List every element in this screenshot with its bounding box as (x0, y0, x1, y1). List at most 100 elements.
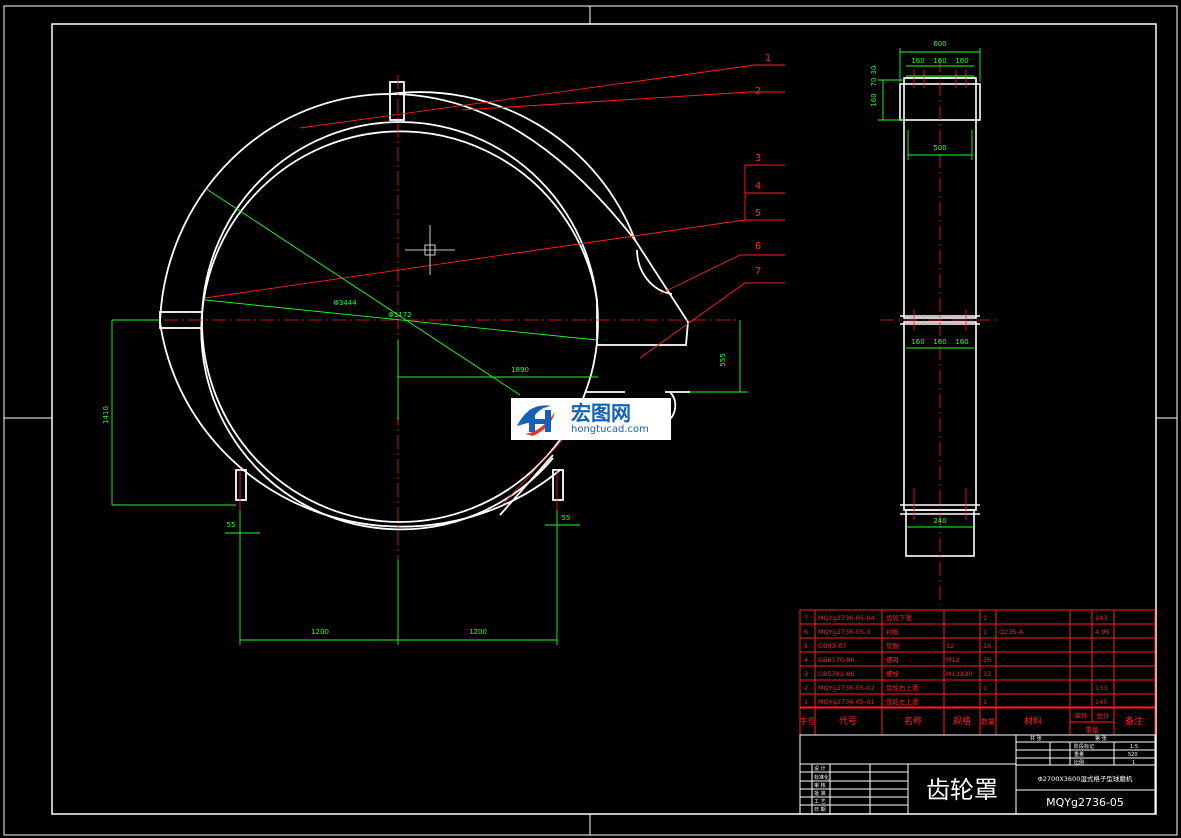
table-cell-weight: 145 (1095, 698, 1107, 706)
dim-555: 555 (719, 353, 727, 366)
table-cell-no: 4 (804, 656, 808, 664)
table-cell-name: 齿轮右上罩 (886, 683, 919, 692)
weight-label: 重量 (1074, 751, 1084, 758)
table-cell-spec: M12X30 (946, 670, 973, 678)
header-qty: 数量 (981, 717, 995, 726)
part-label-5: 5 (755, 208, 761, 219)
table-cell-no: 3 (804, 670, 808, 678)
dim-inner-diameter: Φ1172 (388, 311, 411, 319)
part-label-2: 2 (755, 86, 761, 97)
header-material: 材料 (1024, 715, 1042, 727)
header-weight: 重量 (1086, 726, 1100, 734)
sheet-index-label: 第 张 (1095, 735, 1107, 742)
header-total: 总计 (1097, 711, 1111, 720)
header-no: 序号 (799, 716, 815, 726)
dim-30-vertical: 30 (870, 66, 878, 75)
dim-160-vertical: 160 (870, 93, 878, 106)
header-spec: 规格 (953, 715, 971, 727)
part-label-6: 6 (755, 241, 761, 252)
mini-label-0: 设 计 (814, 765, 826, 772)
part-label-7: 7 (755, 266, 761, 277)
side-view: 600 160 160 160 160 70 30 500 160 160 16… (870, 40, 998, 605)
dim-160-c: 160 (955, 57, 968, 65)
table-cell-code: GB5782-86 (818, 670, 855, 678)
table-cell-no: 7 (804, 614, 808, 622)
sheet-total-label: 共 张 (1030, 735, 1042, 742)
watermark-cn: 宏图网 (571, 401, 631, 425)
header-remark: 备注 (1125, 715, 1143, 727)
part-label-4: 4 (755, 181, 761, 192)
dim-1200-right: 1200 (469, 628, 487, 636)
table-cell-qty: 1 (983, 684, 987, 692)
table-cell-qty: 1 (983, 614, 987, 622)
title-ratio-value: 1:5 (1130, 744, 1138, 750)
table-cell-spec: M12 (946, 656, 960, 664)
dim-outer-diameter: Φ3444 (333, 299, 357, 307)
dim-160-e: 160 (933, 338, 946, 346)
dim-160-a: 160 (911, 57, 924, 65)
table-cell-code: MQYg2736-05-01 (818, 698, 875, 706)
table-cell-name: 螺母 (886, 655, 900, 664)
title-sheet-value: 1 (1132, 760, 1135, 766)
mini-label-1: 标准化 (814, 774, 829, 781)
dim-1890: 1890 (511, 366, 529, 374)
dim-240: 240 (933, 517, 946, 525)
stage-label: 阶段标记 (1074, 743, 1094, 750)
hongtu-logo-icon (511, 398, 569, 440)
part-label-3: 3 (755, 153, 761, 164)
table-cell-no: 5 (804, 642, 808, 650)
table-cell-qty: 16 (983, 656, 991, 664)
table-cell-code: GB93-87 (818, 642, 846, 650)
dim-55-left: 55 (227, 521, 236, 529)
table-cell-weight: 133 (1095, 684, 1107, 692)
table-cell-qty: 1 (983, 698, 987, 706)
watermark-en: hongtucad.com (571, 424, 649, 435)
table-cell-code: GB6170-86 (818, 656, 855, 664)
part-label-1: 1 (765, 53, 771, 64)
table-cell-name: 垫圈 (886, 641, 899, 650)
mini-label-3: 批 准 (814, 790, 826, 797)
dim-160-b: 160 (933, 57, 946, 65)
mini-label-5: 日 期 (814, 807, 826, 813)
table-cell-qty: 1 (983, 628, 987, 636)
table-cell-name: 螺栓 (886, 669, 900, 678)
dim-55-right: 55 (562, 514, 571, 522)
dim-70-vertical: 70 (870, 78, 878, 87)
table-cell-name: 齿轮左上罩 (886, 697, 919, 706)
table-cell-no: 1 (804, 698, 808, 706)
mini-label-4: 工 艺 (814, 799, 826, 805)
dim-1410: 1410 (102, 406, 110, 424)
dim-1200-left: 1200 (311, 628, 329, 636)
parts-rows: 7 MQYg2736-05-04 齿轮下罩 1 2436 MQYg2736-05-3 衬板 1… (804, 613, 1109, 706)
table-cell-material: Q235-A (999, 628, 1024, 636)
dim-160-f: 160 (955, 338, 968, 346)
dim-500: 500 (933, 144, 946, 152)
table-cell-name: 衬板 (886, 627, 900, 636)
table-cell-no: 2 (804, 684, 808, 692)
front-dimension-group: Φ3444 Φ1172 1890 555 1410 55 55 1200 120… (102, 299, 727, 636)
table-cell-code: MQYg2736-05-3 (818, 628, 870, 636)
title-weight-value: 520 (1128, 752, 1138, 758)
drawing-title: 齿轮罩 (926, 776, 998, 804)
header-code: 代号 (839, 716, 857, 727)
table-cell-qty: 32 (983, 670, 991, 678)
crosshair-cursor-icon (405, 225, 455, 275)
watermark-logo: 宏图网 hongtucad.com (511, 398, 671, 440)
drawing-number: MQYg2736-05 (1046, 796, 1124, 809)
table-cell-qty: 16 (983, 642, 991, 650)
table-cell-name: 齿轮下罩 (886, 613, 913, 622)
mini-label-2: 审 核 (814, 782, 826, 789)
table-cell-no: 6 (804, 628, 808, 636)
table-cell-code: MQYg2736-05-04 (818, 614, 875, 622)
header-name: 名称 (904, 715, 922, 727)
front-view: 1 2 3 4 5 6 7 Φ3444 Φ1172 1890 555 1410 … (102, 53, 785, 645)
project-name: Φ2700X3600湿式格子型球磨机 (1038, 774, 1133, 783)
dim-600: 600 (933, 40, 946, 48)
side-dimension-group: 600 160 160 160 160 70 30 500 160 160 16… (870, 40, 969, 525)
table-cell-spec: 12 (946, 642, 954, 650)
dim-160-d: 160 (911, 338, 924, 346)
table-cell-weight: 243 (1095, 614, 1107, 622)
table-cell-weight: 4.95 (1095, 628, 1109, 636)
ratio-label: 比例 (1074, 759, 1084, 766)
table-cell-code: MQYg2736-05-02 (818, 684, 875, 692)
